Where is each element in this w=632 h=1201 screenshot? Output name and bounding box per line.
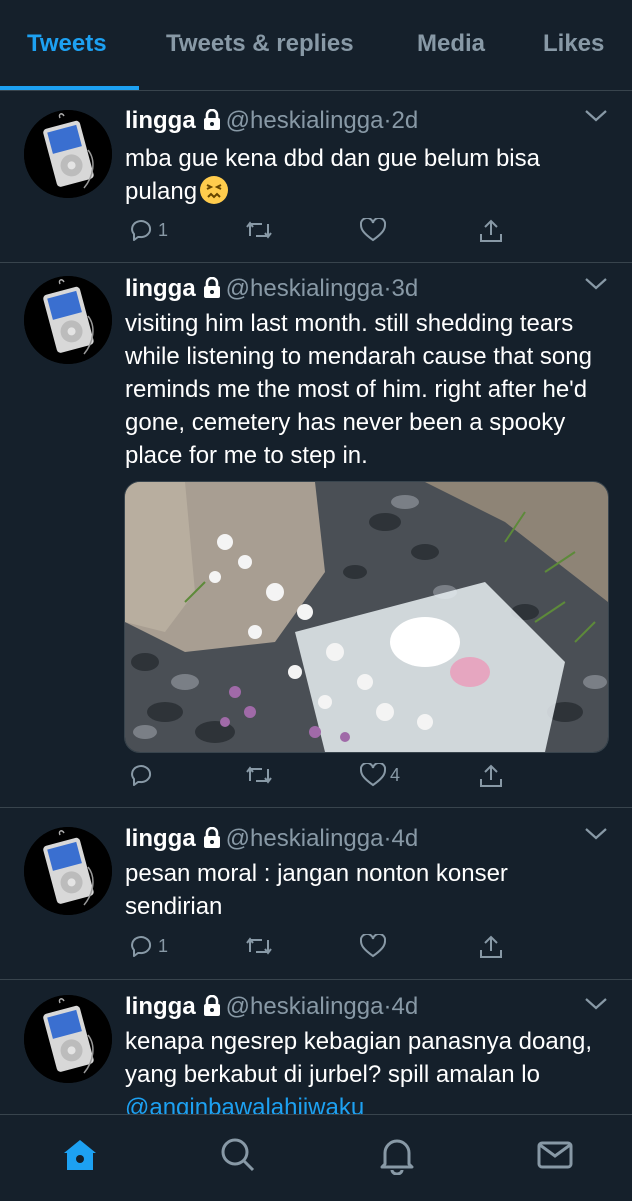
lock-icon — [202, 108, 222, 138]
tweet-2[interactable]: lingga @heskialingga·3d visiting him last… — [0, 263, 632, 808]
chevron-down-icon[interactable] — [584, 277, 608, 296]
mail-icon[interactable] — [535, 1135, 575, 1175]
retweet-button[interactable] — [245, 934, 277, 958]
tweet-text: visiting him last month. still shedding … — [125, 310, 592, 469]
retweet-button[interactable] — [245, 218, 277, 242]
ipod-avatar-icon — [24, 110, 112, 198]
display-name[interactable]: lingga — [125, 107, 196, 134]
handle[interactable]: @heskialingga — [226, 275, 384, 302]
avatar[interactable] — [24, 995, 112, 1083]
share-button[interactable] — [479, 763, 503, 789]
timestamp[interactable]: 3d — [391, 275, 418, 302]
reply-icon — [130, 763, 154, 787]
like-button[interactable] — [360, 218, 390, 242]
share-button[interactable] — [479, 934, 503, 960]
chevron-down-icon[interactable] — [584, 997, 608, 1016]
lock-icon — [202, 276, 222, 306]
home-icon[interactable] — [60, 1135, 100, 1175]
reply-icon — [130, 218, 154, 242]
share-icon — [479, 934, 503, 960]
tweet-header: lingga @heskialingga·3d — [125, 275, 418, 306]
retweet-icon — [245, 218, 273, 242]
tweet-text: kenapa ngesrep kebagian panasnya doang, … — [125, 1028, 593, 1121]
chevron-down-icon[interactable] — [584, 109, 608, 128]
bell-icon[interactable] — [377, 1135, 417, 1176]
timestamp[interactable]: 2d — [391, 107, 418, 134]
heart-icon — [360, 934, 386, 958]
handle[interactable]: @heskialingga — [226, 993, 384, 1020]
avatar[interactable] — [24, 276, 112, 364]
timestamp[interactable]: 4d — [391, 825, 418, 852]
avatar[interactable] — [24, 827, 112, 915]
avatar[interactable] — [24, 110, 112, 198]
display-name[interactable]: lingga — [125, 993, 196, 1020]
retweet-icon — [245, 763, 273, 787]
tab-media[interactable]: Media — [417, 30, 485, 58]
tweet-actions: 1 — [0, 218, 632, 252]
retweet-icon — [245, 934, 273, 958]
handle[interactable]: @heskialingga — [226, 825, 384, 852]
tab-tweets-replies[interactable]: Tweets & replies — [166, 30, 354, 58]
like-button[interactable]: 4 — [360, 763, 400, 787]
heart-icon — [360, 218, 386, 242]
flowers-grave-photo — [125, 482, 608, 752]
tweet-actions: 1 — [0, 934, 632, 968]
tweet-header: lingga @heskialingga·2d — [125, 107, 418, 138]
retweet-button[interactable] — [245, 763, 277, 787]
handle[interactable]: @heskialingga — [226, 107, 384, 134]
like-button[interactable] — [360, 934, 390, 958]
display-name[interactable]: lingga — [125, 275, 196, 302]
tab-tweets[interactable]: Tweets — [27, 30, 107, 58]
display-name[interactable]: lingga — [125, 825, 196, 852]
ipod-avatar-icon — [24, 827, 112, 915]
share-icon — [479, 218, 503, 244]
timestamp[interactable]: 4d — [391, 993, 418, 1020]
tweet-text: mba gue kena dbd dan gue belum bisa pula… — [125, 142, 610, 214]
reply-icon — [130, 934, 154, 958]
lock-icon — [202, 994, 222, 1024]
tweet-header: lingga @heskialingga·4d — [125, 825, 418, 856]
heart-icon — [360, 763, 386, 787]
ipod-avatar-icon — [24, 995, 112, 1083]
bottom-nav — [0, 1114, 632, 1201]
reply-button[interactable] — [130, 763, 158, 787]
tweet-text: pesan moral : jangan nonton konser sendi… — [125, 860, 508, 920]
active-tab-indicator — [0, 86, 139, 90]
tweet-1[interactable]: lingga @heskialingga·2d mba gue kena dbd … — [0, 91, 632, 263]
chevron-down-icon[interactable] — [584, 827, 608, 846]
confounded-face-icon — [199, 175, 229, 214]
reply-button[interactable]: 1 — [130, 218, 168, 242]
share-icon — [479, 763, 503, 789]
lock-icon — [202, 826, 222, 856]
reply-button[interactable]: 1 — [130, 934, 168, 958]
tweet-3[interactable]: lingga @heskialingga·4d pesan moral : jan… — [0, 808, 632, 980]
ipod-avatar-icon — [24, 276, 112, 364]
share-button[interactable] — [479, 218, 503, 244]
profile-tabs: Tweets Tweets & replies Media Likes — [0, 0, 632, 91]
tab-likes[interactable]: Likes — [543, 30, 604, 58]
tweet-photo[interactable] — [124, 481, 609, 753]
tweet-header: lingga @heskialingga·4d — [125, 993, 418, 1024]
tweet-actions: 4 — [0, 763, 632, 797]
search-icon[interactable] — [218, 1135, 258, 1175]
